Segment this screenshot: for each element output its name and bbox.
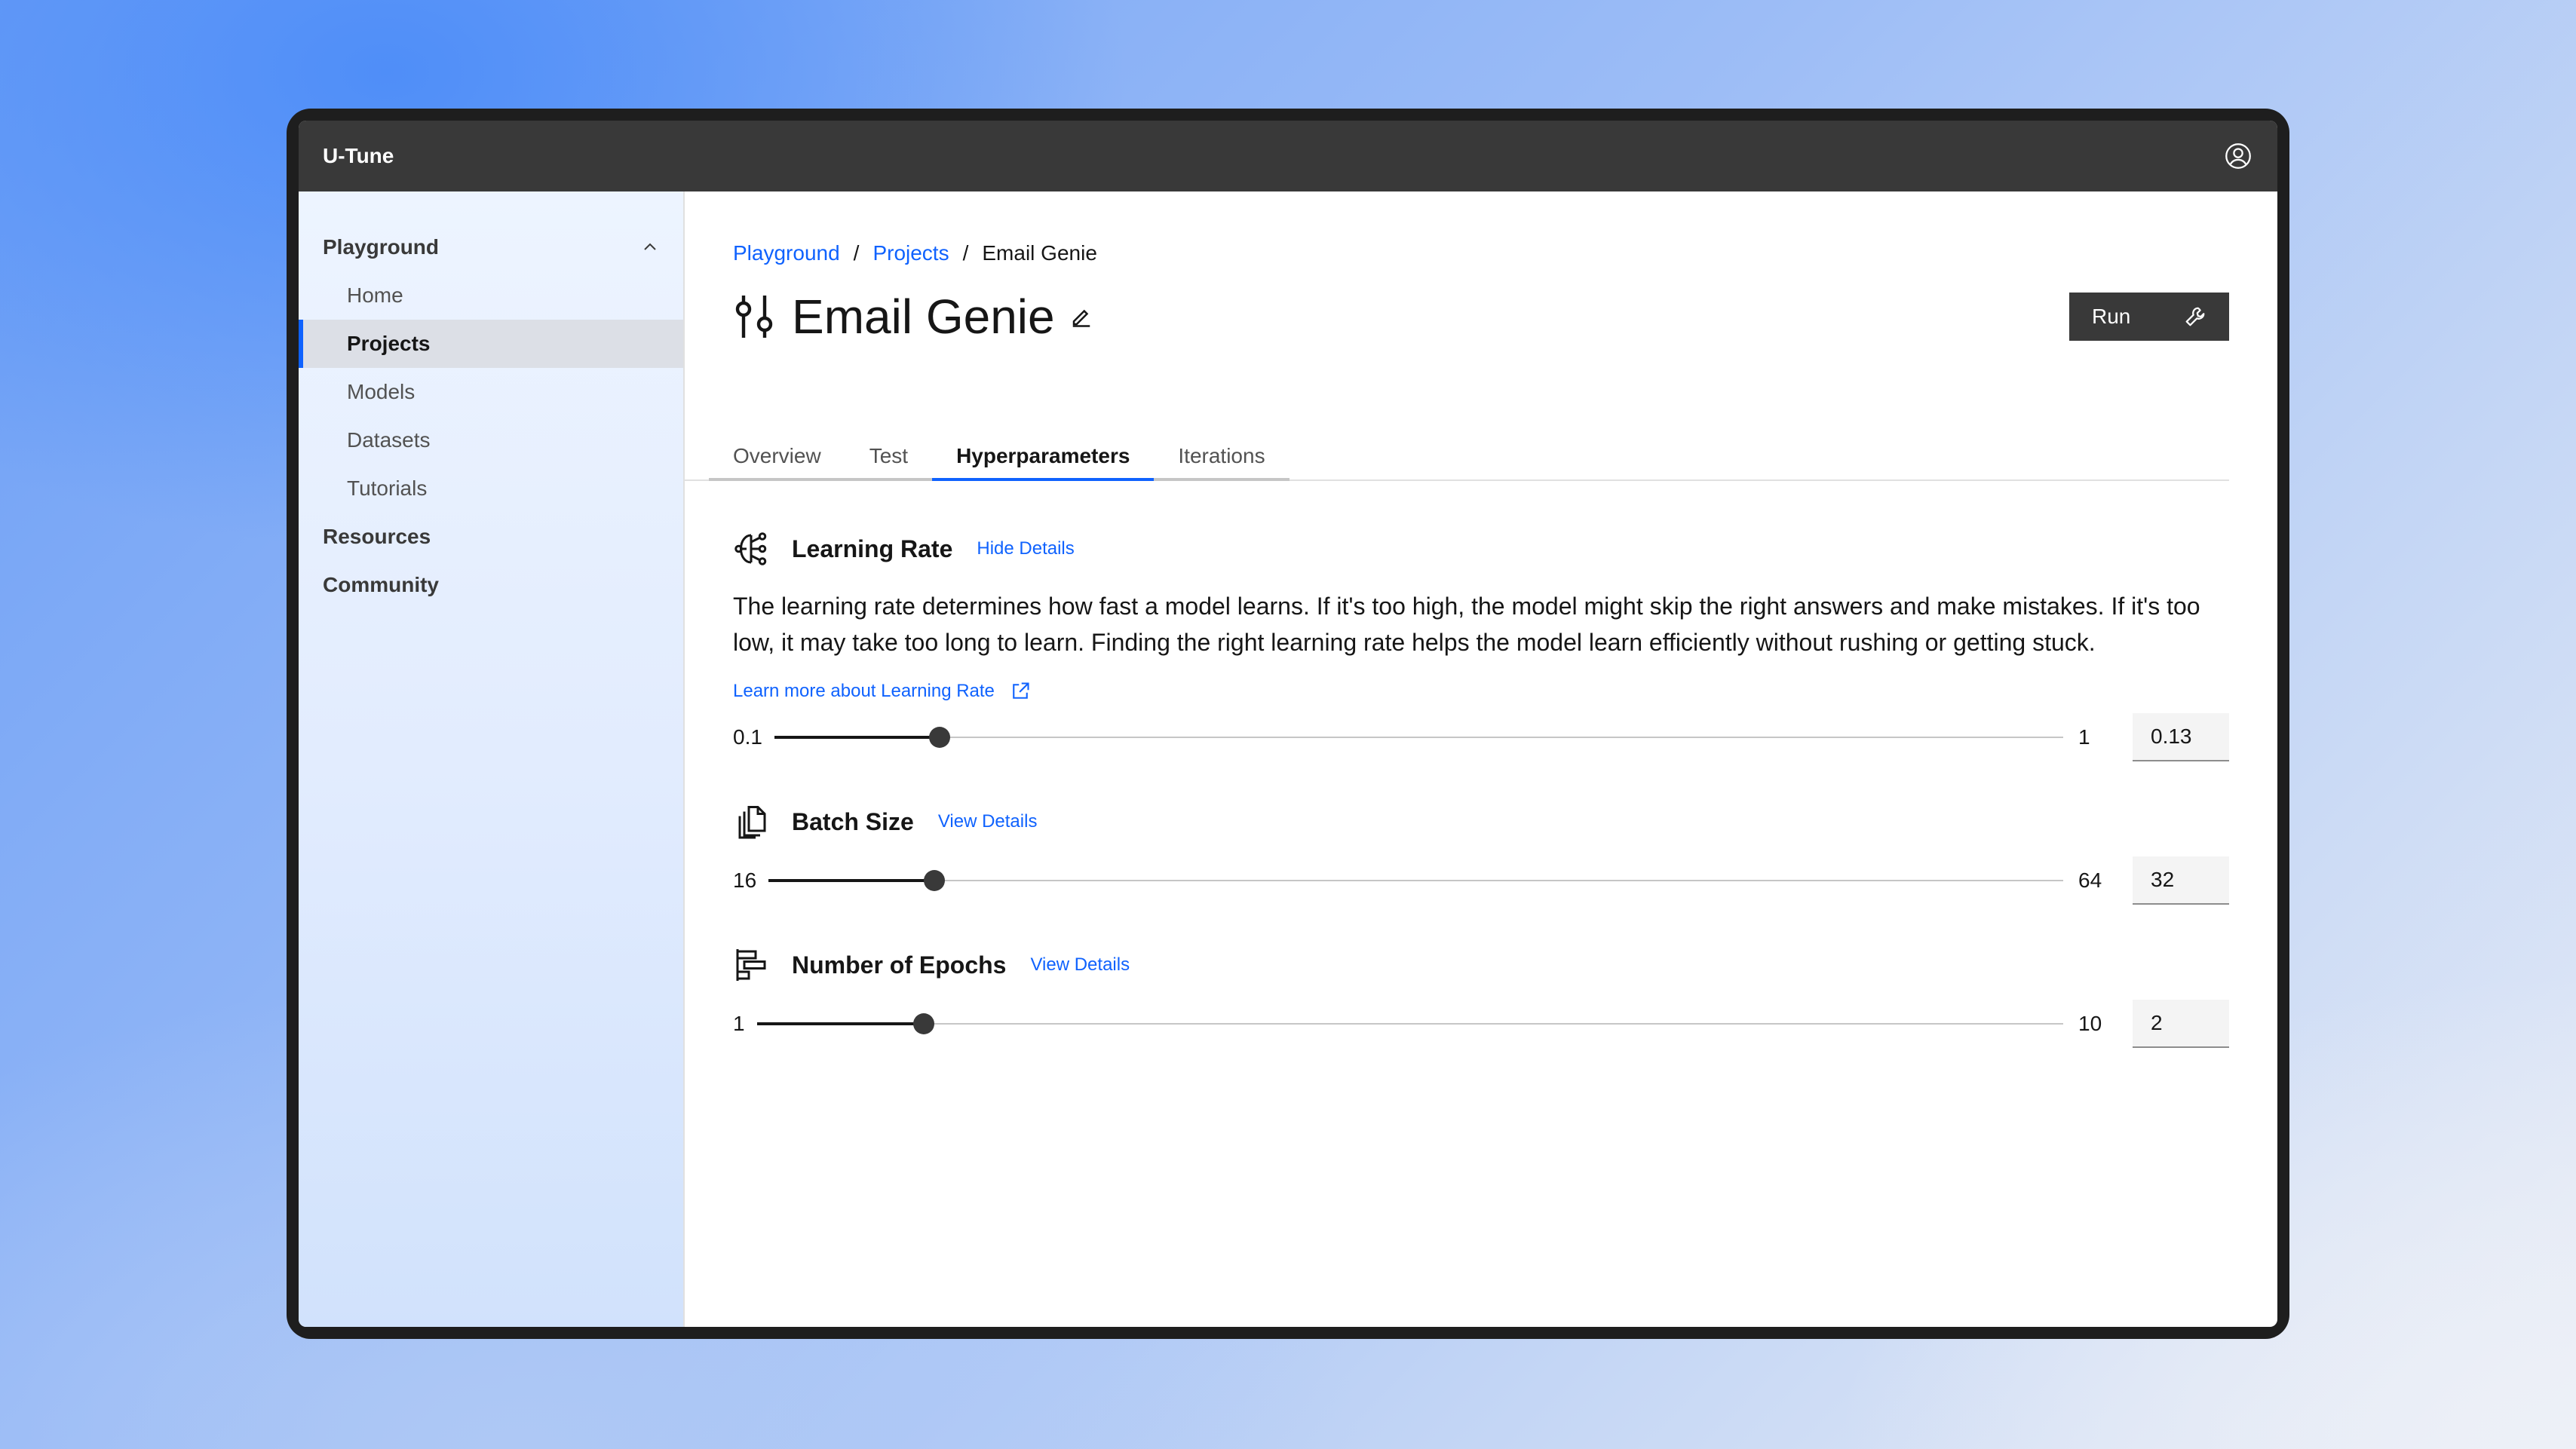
- batch-size-slider-row: 16 64: [733, 856, 2229, 905]
- chevron-up-icon: [644, 243, 656, 250]
- slider-min-label: 1: [733, 1012, 745, 1035]
- slider-fill: [756, 1022, 925, 1025]
- breadcrumb-separator: /: [853, 241, 860, 265]
- top-header: U-Tune: [299, 121, 2277, 191]
- slider-fill: [768, 879, 934, 882]
- model-alt-icon: [734, 532, 767, 565]
- external-link-icon: [1013, 682, 1029, 699]
- sidebar-item-projects[interactable]: Projects: [299, 320, 683, 368]
- sidebar-item-resources[interactable]: Resources: [299, 513, 683, 561]
- sidebar: Playground Home Projects Models Datasets…: [299, 191, 685, 1327]
- run-button[interactable]: Run: [2069, 293, 2229, 341]
- main-content: Playground / Projects / Email Genie Emai…: [685, 191, 2277, 1327]
- app-title: U-Tune: [323, 144, 394, 167]
- epochs-slider[interactable]: [756, 1009, 2063, 1039]
- batch-size-input[interactable]: [2133, 856, 2229, 905]
- sidebar-group-playground[interactable]: Playground: [299, 223, 683, 271]
- view-details-link[interactable]: View Details: [1030, 954, 1130, 976]
- breadcrumb-link-projects[interactable]: Projects: [872, 241, 949, 265]
- app-window: U-Tune Playground Home Projects Models D…: [299, 121, 2277, 1327]
- copy-documents-icon: [738, 806, 766, 839]
- learning-rate-input[interactable]: [2133, 713, 2229, 761]
- learning-rate-description: The learning rate determines how fast a …: [733, 593, 2200, 656]
- slider-max-label: 10: [2078, 1012, 2102, 1035]
- sidebar-item-home[interactable]: Home: [299, 271, 683, 320]
- slider-min-label: 0.1: [733, 725, 762, 749]
- sidebar-item-tutorials[interactable]: Tutorials: [299, 464, 683, 513]
- tab-overview[interactable]: Overview: [709, 434, 845, 481]
- device-frame: U-Tune Playground Home Projects Models D…: [287, 109, 2289, 1339]
- epochs-slider-row: 1 10: [733, 1000, 2229, 1048]
- sidebar-item-community[interactable]: Community: [299, 561, 683, 609]
- settings-adjust-icon: [735, 296, 773, 338]
- batch-size-title: Batch Size: [792, 807, 914, 835]
- run-button-label: Run: [2092, 305, 2131, 328]
- slider-max-label: 1: [2078, 725, 2090, 749]
- tab-iterations[interactable]: Iterations: [1154, 434, 1290, 481]
- batch-size-section: Batch Size View Details 16 64: [733, 802, 2229, 905]
- wrench-icon: [2185, 307, 2205, 326]
- breadcrumb-link-playground[interactable]: Playground: [733, 241, 840, 265]
- sidebar-item-datasets[interactable]: Datasets: [299, 416, 683, 464]
- learning-rate-slider-row: 0.1 1: [733, 713, 2229, 761]
- slider-fill: [774, 736, 940, 739]
- learning-rate-slider[interactable]: [774, 722, 2063, 752]
- learning-rate-section: Learning Rate Hide Details The learning …: [733, 529, 2229, 761]
- epochs-section: Number of Epochs View Details 1 10: [733, 945, 2229, 1048]
- learn-more-label: Learn more about Learning Rate: [733, 681, 995, 701]
- learning-rate-title: Learning Rate: [792, 535, 953, 562]
- slider-thumb[interactable]: [913, 1013, 935, 1034]
- tab-test[interactable]: Test: [845, 434, 933, 481]
- slider-thumb[interactable]: [923, 870, 945, 891]
- slider-max-label: 64: [2078, 868, 2102, 892]
- gantt-chart-icon: [736, 949, 766, 981]
- tab-hyperparameters[interactable]: Hyperparameters: [932, 434, 1155, 481]
- sidebar-group-label: Playground: [323, 235, 440, 259]
- tabs-bar: Overview Test Hyperparameters Iterations: [685, 434, 2229, 481]
- hide-details-link[interactable]: Hide Details: [977, 538, 1074, 559]
- slider-thumb[interactable]: [928, 727, 950, 748]
- breadcrumb: Playground / Projects / Email Genie: [733, 240, 2229, 267]
- user-avatar-icon[interactable]: [2223, 141, 2253, 171]
- view-details-link[interactable]: View Details: [938, 811, 1038, 832]
- sidebar-item-models[interactable]: Models: [299, 368, 683, 416]
- epochs-title: Number of Epochs: [792, 951, 1007, 979]
- breadcrumb-separator: /: [962, 241, 969, 265]
- page-title: Email Genie: [792, 289, 1055, 344]
- learn-more-link[interactable]: Learn more about Learning Rate: [733, 679, 2229, 704]
- edit-pencil-icon[interactable]: [1070, 305, 1093, 328]
- epochs-input[interactable]: [2133, 1000, 2229, 1048]
- slider-min-label: 16: [733, 868, 757, 892]
- batch-size-slider[interactable]: [768, 865, 2063, 896]
- breadcrumb-current: Email Genie: [982, 241, 1097, 265]
